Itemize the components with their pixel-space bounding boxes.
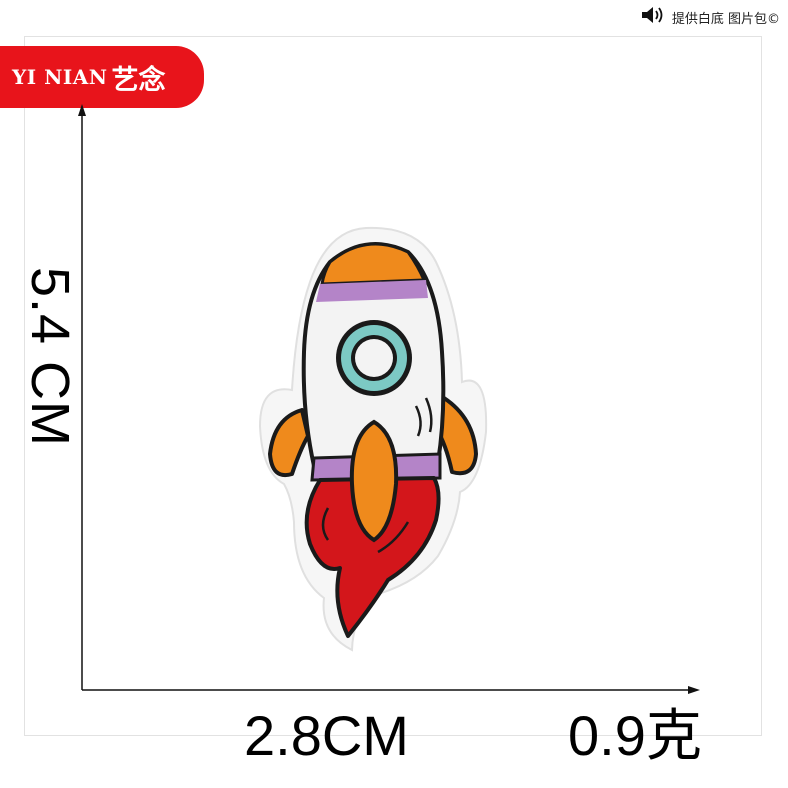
width-label: 2.8CM <box>244 704 409 767</box>
height-label: 5.4 CM <box>20 266 80 448</box>
weight-label: 0.9克 <box>568 704 702 767</box>
rocket-patch-image <box>258 226 488 652</box>
